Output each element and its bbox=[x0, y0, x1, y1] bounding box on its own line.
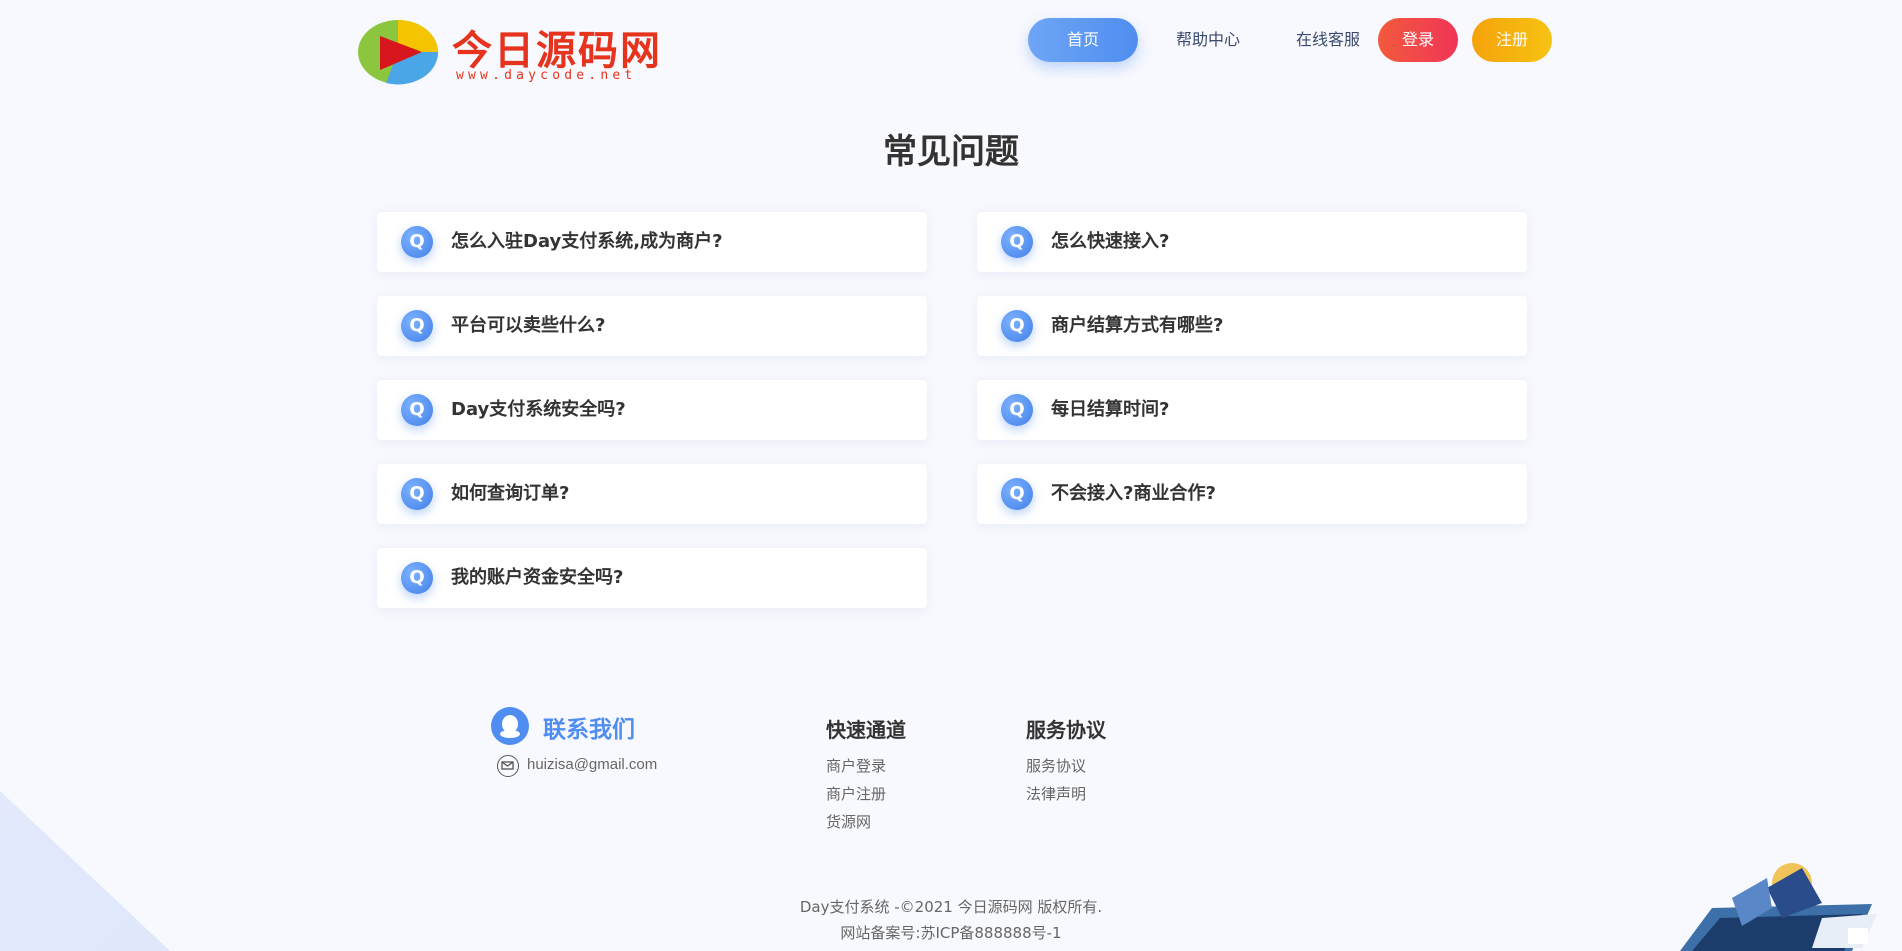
logo-subtitle: www.daycode.net bbox=[456, 68, 637, 83]
link-merchant-register[interactable]: 商户注册 bbox=[826, 783, 886, 804]
question-icon: Q bbox=[401, 310, 433, 342]
faq-item[interactable]: Q 平台可以卖些什么? bbox=[377, 296, 927, 356]
agreement-title: 服务协议 bbox=[1026, 718, 1106, 742]
faq-item[interactable]: Q 怎么快速接入? bbox=[977, 212, 1527, 272]
question-icon: Q bbox=[1001, 394, 1033, 426]
faq-item[interactable]: Q Day支付系统安全吗? bbox=[377, 380, 927, 440]
link-legal-notice[interactable]: 法律声明 bbox=[1026, 783, 1086, 804]
question-icon: Q bbox=[401, 478, 433, 510]
question-icon: Q bbox=[401, 226, 433, 258]
contact-email[interactable]: huizisa@gmail.com bbox=[527, 756, 657, 773]
qq-penguin-icon bbox=[500, 715, 520, 738]
contact-title: 联系我们 bbox=[543, 717, 635, 743]
faq-item[interactable]: Q 不会接入?商业合作? bbox=[977, 464, 1527, 524]
faq-question: 如何查询订单? bbox=[451, 483, 570, 504]
link-service-agreement[interactable]: 服务协议 bbox=[1026, 755, 1086, 776]
email-icon bbox=[497, 755, 519, 777]
faq-item[interactable]: Q 商户结算方式有哪些? bbox=[977, 296, 1527, 356]
faq-item[interactable]: Q 我的账户资金安全吗? bbox=[377, 548, 927, 608]
faq-question: 我的账户资金安全吗? bbox=[451, 567, 624, 588]
faq-item[interactable]: Q 每日结算时间? bbox=[977, 380, 1527, 440]
mascot-illustration bbox=[1680, 863, 1877, 951]
faq-question: 每日结算时间? bbox=[1051, 399, 1170, 420]
faq-question: Day支付系统安全吗? bbox=[451, 399, 626, 420]
question-icon: Q bbox=[1001, 226, 1033, 258]
faq-title: 常见问题 bbox=[883, 132, 1019, 172]
site-logo[interactable]: 今日源码网 www.daycode.net bbox=[356, 18, 686, 88]
register-button[interactable]: 注册 bbox=[1472, 18, 1552, 62]
faq-item[interactable]: Q 如何查询订单? bbox=[377, 464, 927, 524]
qq-icon[interactable] bbox=[491, 707, 529, 745]
faq-question: 不会接入?商业合作? bbox=[1051, 483, 1216, 504]
icp-record: 网站备案号:苏ICP备888888号-1 bbox=[840, 924, 1062, 942]
question-icon: Q bbox=[1001, 478, 1033, 510]
nav-home[interactable]: 首页 bbox=[1028, 18, 1138, 62]
link-merchant-login[interactable]: 商户登录 bbox=[826, 755, 886, 776]
link-supply-site[interactable]: 货源网 bbox=[826, 811, 871, 832]
faq-question: 平台可以卖些什么? bbox=[451, 315, 606, 336]
question-icon: Q bbox=[401, 394, 433, 426]
quick-links-title: 快速通道 bbox=[826, 718, 906, 742]
question-icon: Q bbox=[401, 562, 433, 594]
play-logo-icon bbox=[358, 20, 439, 85]
faq-question: 怎么快速接入? bbox=[1051, 231, 1170, 252]
question-icon: Q bbox=[1001, 310, 1033, 342]
faq-item[interactable]: Q 怎么入驻Day支付系统,成为商户? bbox=[377, 212, 927, 272]
copyright: Day支付系统 -©2021 今日源码网 版权所有. bbox=[799, 898, 1103, 916]
faq-question: 怎么入驻Day支付系统,成为商户? bbox=[451, 231, 723, 252]
login-button[interactable]: 登录 bbox=[1378, 18, 1458, 62]
nav-help-center[interactable]: 帮助中心 bbox=[1158, 18, 1258, 62]
header: 今日源码网 www.daycode.net 首页 帮助中心 在线客服 登录 注册 bbox=[0, 0, 1902, 100]
faq-question: 商户结算方式有哪些? bbox=[1051, 315, 1224, 336]
nav-online-service[interactable]: 在线客服 bbox=[1278, 18, 1378, 62]
